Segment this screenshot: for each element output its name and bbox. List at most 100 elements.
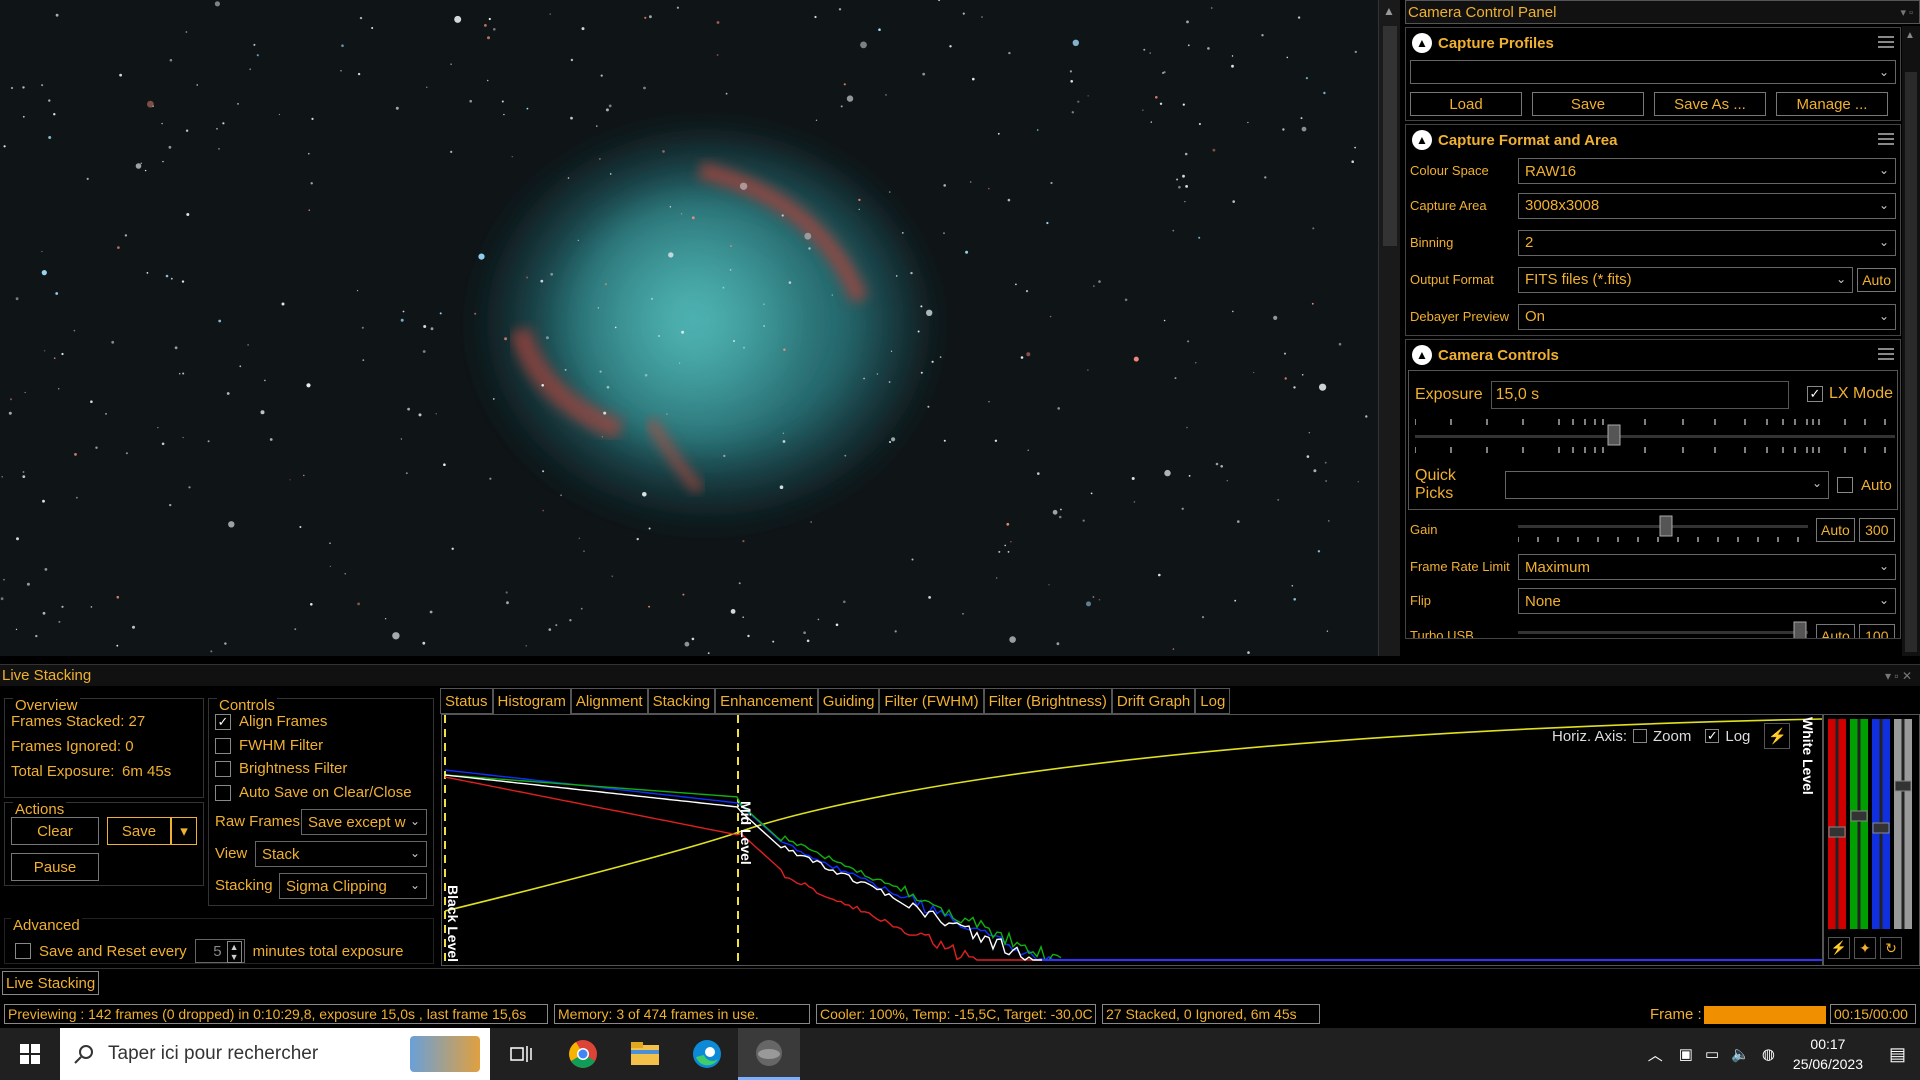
zoom-checkbox[interactable] [1633, 729, 1648, 743]
exposure-input[interactable]: 15,0 s [1490, 381, 1789, 409]
capture-profiles-header[interactable]: ▲ Capture Profiles [1406, 28, 1900, 58]
volume-icon[interactable]: 🔈 [1725, 1045, 1756, 1063]
chevron-down-icon: ⌄ [409, 878, 420, 892]
output-format-auto-button[interactable]: Auto [1857, 267, 1896, 292]
task-view-icon[interactable] [490, 1028, 552, 1080]
brightness-filter-checkbox[interactable] [215, 760, 231, 777]
panel-scrollbar[interactable]: ▲ [1902, 26, 1920, 656]
gain-slider[interactable] [1518, 513, 1808, 547]
channel-levels[interactable]: ⚡ ✦ ↻ [1823, 714, 1920, 966]
load-button[interactable]: Load [1410, 92, 1522, 116]
scrollbar-thumb[interactable] [1905, 72, 1917, 652]
exposure-slider-knob[interactable] [1607, 424, 1621, 446]
menu-icon[interactable] [1878, 36, 1894, 48]
notifications-icon[interactable]: ▤ [1875, 1044, 1920, 1065]
auto-save-checkbox[interactable] [215, 784, 231, 801]
tab-filter-fwhm[interactable]: Filter (FWHM) [879, 688, 984, 714]
debayer-preview-select[interactable]: On ⌄ [1518, 303, 1896, 330]
lightning-icon[interactable]: ⚡ [1828, 937, 1850, 959]
clear-button[interactable]: Clear [11, 817, 99, 845]
view-select[interactable]: Stack ⌄ [255, 841, 427, 867]
raw-frames-select[interactable]: Save except w ⌄ [301, 809, 427, 835]
save-as-button[interactable]: Save As ... [1654, 92, 1766, 116]
spin-icon[interactable]: ▲ ▼ [226, 941, 242, 963]
profile-select[interactable]: ⌄ [1410, 60, 1896, 84]
file-explorer-icon[interactable] [614, 1028, 676, 1080]
turbo-value-input[interactable]: 100 [1858, 624, 1895, 638]
clock[interactable]: 00:17 25/06/2023 [1781, 1034, 1875, 1074]
tab-guiding[interactable]: Guiding [817, 688, 880, 714]
star [1086, 601, 1091, 607]
live-stacking-dock-tab[interactable]: Live Stacking [2, 971, 100, 995]
save-profile-button[interactable]: Save [1532, 92, 1644, 116]
star [858, 208, 860, 211]
device-icon[interactable]: ▣ [1673, 1045, 1699, 1063]
windows-start-button[interactable] [0, 1028, 60, 1080]
network-globe-icon[interactable]: ◍ [1756, 1045, 1781, 1063]
flip-select[interactable]: None ⌄ [1518, 588, 1896, 614]
scrollbar-thumb[interactable] [1383, 26, 1397, 246]
pin-icon[interactable]: ▾ ▫ [1901, 6, 1919, 19]
tab-alignment[interactable]: Alignment [570, 688, 648, 714]
taskbar-search-box[interactable]: Taper ici pour rechercher [60, 1028, 490, 1080]
histogram-panel[interactable]: Black Level Mid Level White Level Horiz.… [441, 714, 1823, 966]
stacking-select[interactable]: Sigma Clipping ⌄ [279, 873, 427, 899]
exposure-slider[interactable] [1415, 417, 1895, 457]
manage-button[interactable]: Manage ... [1776, 92, 1888, 116]
collapse-icon[interactable]: ▲ [1412, 33, 1432, 53]
tab-enhancement[interactable]: Enhancement [715, 688, 818, 714]
frame-rate-select[interactable]: Maximum ⌄ [1518, 554, 1896, 580]
tab-drift-graph[interactable]: Drift Graph [1111, 688, 1196, 714]
histogram-plot[interactable] [442, 715, 1823, 965]
star [1326, 630, 1329, 632]
save-reset-interval-input[interactable]: 5 ▲ ▼ [194, 939, 245, 963]
scroll-up-icon[interactable]: ▲ [1383, 4, 1395, 18]
tab-histogram[interactable]: Histogram [492, 688, 571, 714]
camera-controls-header[interactable]: ▲ Camera Controls [1406, 340, 1900, 370]
sparkle-icon[interactable]: ✦ [1854, 937, 1876, 959]
tab-log[interactable]: Log [1195, 688, 1231, 714]
colour-space-select[interactable]: RAW16 ⌄ [1518, 158, 1896, 184]
lx-mode-checkbox[interactable]: ✓ [1807, 386, 1823, 402]
gain-auto-button[interactable]: Auto [1816, 518, 1855, 542]
pause-button[interactable]: Pause [11, 853, 99, 881]
lightning-icon[interactable]: ⚡ [1764, 723, 1791, 749]
output-format-select[interactable]: FITS files (*.fits) ⌄ [1518, 266, 1854, 293]
fwhm-filter-checkbox[interactable] [215, 737, 231, 754]
binning-select[interactable]: 2 ⌄ [1518, 229, 1896, 256]
menu-icon[interactable] [1878, 133, 1894, 145]
reset-icon[interactable]: ↻ [1880, 937, 1902, 959]
collapse-icon[interactable]: ▲ [1412, 345, 1432, 365]
cooler-status: Cooler: 100%, Temp: -15,5C, Target: -30,… [816, 1004, 1096, 1024]
preview-scrollbar[interactable]: ▲ [1378, 0, 1400, 656]
menu-icon[interactable] [1878, 348, 1894, 360]
edge-icon[interactable] [676, 1028, 738, 1080]
gain-slider-knob[interactable] [1659, 515, 1673, 537]
turbo-usb-slider[interactable] [1518, 619, 1808, 639]
log-checkbox[interactable]: ✓ [1705, 728, 1720, 743]
sharpcap-taskbar-icon[interactable] [738, 1028, 800, 1080]
tab-status[interactable]: Status [440, 688, 493, 714]
quick-picks-select[interactable]: ⌄ [1505, 471, 1829, 499]
capture-format-header[interactable]: ▲ Capture Format and Area [1406, 125, 1900, 155]
save-dropdown-button[interactable]: ▾ [171, 817, 197, 845]
chevron-up-icon[interactable]: ︿ [1638, 1044, 1673, 1065]
save-reset-checkbox[interactable] [15, 943, 31, 959]
tab-stacking[interactable]: Stacking [647, 688, 716, 714]
turbo-slider-knob[interactable] [1793, 621, 1807, 639]
gain-value-input[interactable]: 300 [1858, 518, 1895, 542]
save-button[interactable]: Save [107, 817, 171, 845]
scroll-up-icon[interactable]: ▲ [1905, 30, 1915, 41]
capture-area-select[interactable]: 3008x3008 ⌄ [1518, 192, 1896, 219]
quick-picks-auto-checkbox[interactable] [1837, 477, 1853, 493]
star [1163, 71, 1166, 74]
star [1178, 185, 1181, 189]
collapse-icon[interactable]: ▲ [1412, 130, 1432, 150]
window-controls-icon[interactable]: ▾ ▫ ✕ [1885, 669, 1918, 683]
chrome-icon[interactable] [552, 1028, 614, 1080]
star [949, 45, 952, 48]
battery-icon[interactable]: ▭ [1699, 1045, 1725, 1063]
align-frames-checkbox[interactable]: ✓ [215, 713, 231, 730]
turbo-auto-button[interactable]: Auto [1816, 624, 1855, 638]
tab-filter-brightness[interactable]: Filter (Brightness) [983, 688, 1112, 714]
